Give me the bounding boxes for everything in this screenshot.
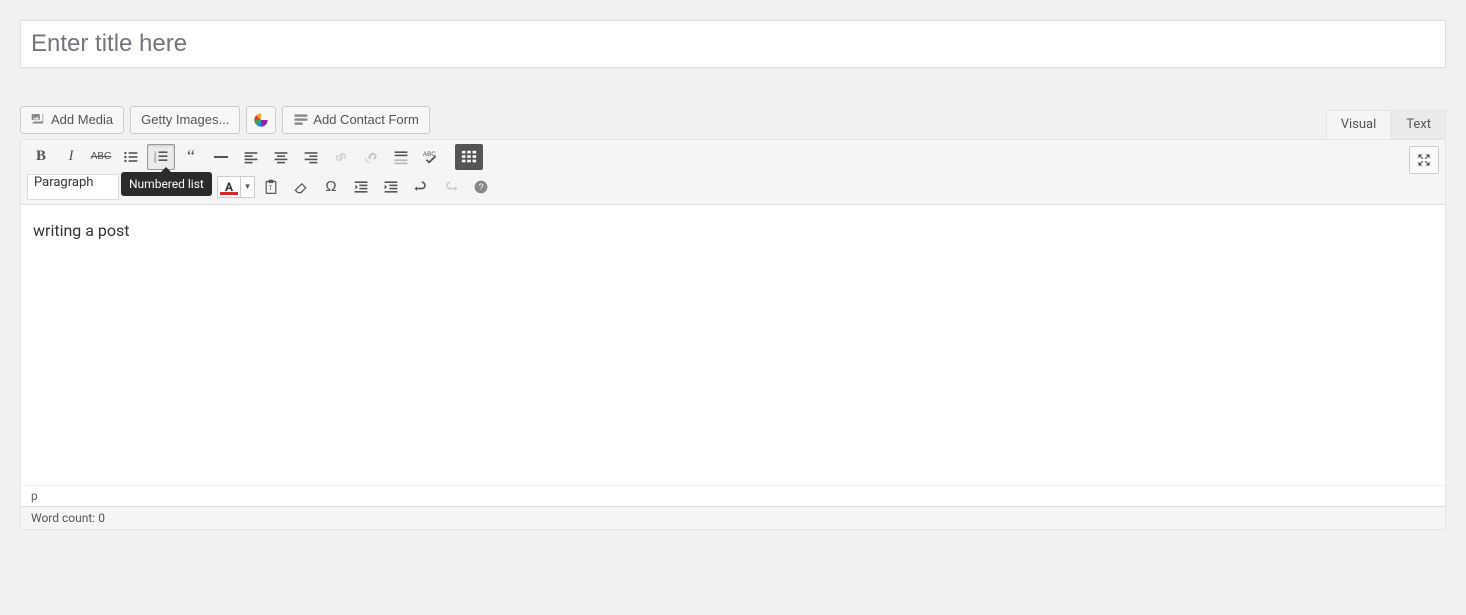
bold-icon: B	[36, 148, 46, 165]
horizontal-rule-button[interactable]	[207, 144, 235, 170]
undo-icon	[413, 179, 429, 195]
form-icon	[293, 112, 309, 128]
outdent-button[interactable]	[347, 174, 375, 200]
clipboard-icon: T	[263, 179, 279, 195]
outdent-icon	[353, 179, 369, 195]
indent-icon	[383, 179, 399, 195]
kitchen-sink-icon	[460, 149, 478, 165]
keyboard-shortcuts-button[interactable]: ?	[467, 174, 495, 200]
editor-tabs: Visual Text	[1326, 110, 1446, 139]
text-color-dropdown[interactable]: ▾	[241, 176, 255, 198]
blockquote-icon: “	[187, 151, 195, 162]
strikethrough-button[interactable]: ABC	[87, 144, 115, 170]
redo-icon	[443, 179, 459, 195]
getty-images-label: Getty Images...	[141, 112, 229, 127]
word-count-label: Word count:	[31, 511, 98, 525]
svg-text:T: T	[269, 185, 273, 192]
text-color-button[interactable]: A	[217, 176, 241, 198]
editor-toolbar: B I ABC 123 “	[21, 140, 1445, 205]
undo-button[interactable]	[407, 174, 435, 200]
bulleted-list-icon	[123, 149, 139, 165]
align-center-icon	[273, 149, 289, 165]
svg-text:?: ?	[479, 182, 484, 192]
help-icon: ?	[473, 179, 489, 195]
read-more-icon	[393, 149, 409, 165]
picasa-icon	[253, 112, 269, 128]
indent-button[interactable]	[377, 174, 405, 200]
insert-more-button[interactable]	[387, 144, 415, 170]
align-left-button[interactable]	[237, 144, 265, 170]
eraser-icon	[293, 179, 309, 195]
getty-images-button[interactable]: Getty Images...	[130, 106, 240, 134]
element-path[interactable]: p	[21, 485, 1445, 506]
strikethrough-icon: ABC	[91, 151, 112, 162]
link-icon	[333, 149, 349, 165]
text-color-swatch	[220, 192, 238, 195]
bulleted-list-button[interactable]	[117, 144, 145, 170]
insert-link-button[interactable]	[327, 144, 355, 170]
paste-text-button[interactable]: T	[257, 174, 285, 200]
horizontal-rule-icon	[214, 156, 228, 158]
bold-button[interactable]: B	[27, 144, 55, 170]
align-right-icon	[303, 149, 319, 165]
editor-panel: B I ABC 123 “	[20, 139, 1446, 530]
align-left-icon	[243, 149, 259, 165]
status-bar: Word count: 0	[21, 506, 1445, 529]
add-media-button[interactable]: Add Media	[20, 106, 124, 134]
add-contact-form-button[interactable]: Add Contact Form	[282, 106, 430, 134]
special-character-button[interactable]: Ω	[317, 174, 345, 200]
word-count-value: 0	[98, 511, 105, 525]
align-right-button[interactable]	[297, 144, 325, 170]
spellcheck-button[interactable]: ABC	[417, 144, 445, 170]
blockquote-button[interactable]: “	[177, 144, 205, 170]
svg-text:3: 3	[154, 158, 157, 164]
omega-icon: Ω	[325, 178, 336, 195]
format-select[interactable]: Paragraph	[27, 174, 119, 200]
add-media-label: Add Media	[51, 112, 113, 127]
post-title-input[interactable]	[20, 20, 1446, 68]
editor-content[interactable]: writing a post	[21, 205, 1445, 485]
fullscreen-button[interactable]	[1409, 146, 1439, 174]
clear-formatting-button[interactable]	[287, 174, 315, 200]
spellcheck-icon: ABC	[422, 148, 440, 166]
media-icon	[31, 112, 47, 128]
chevron-down-icon: ▾	[245, 182, 250, 192]
toolbar-toggle-button[interactable]	[455, 144, 483, 170]
toolbar-row-1: B I ABC 123 “	[27, 144, 1439, 174]
italic-icon: I	[69, 148, 74, 165]
toolbar-tooltip: Numbered list	[121, 172, 212, 196]
tab-text[interactable]: Text	[1391, 110, 1446, 139]
add-contact-form-label: Add Contact Form	[313, 112, 419, 127]
align-center-button[interactable]	[267, 144, 295, 170]
redo-button[interactable]	[437, 174, 465, 200]
numbered-list-icon: 123	[153, 149, 169, 165]
media-button-row: Add Media Getty Images... Add Contact Fo…	[20, 106, 1446, 134]
picasa-button[interactable]	[246, 106, 276, 134]
italic-button[interactable]: I	[57, 144, 85, 170]
remove-link-button[interactable]	[357, 144, 385, 170]
fullscreen-icon	[1416, 152, 1432, 168]
toolbar-row-2: Paragraph A ▾ T Ω	[27, 174, 1439, 204]
unlink-icon	[363, 149, 379, 165]
tab-visual[interactable]: Visual	[1326, 110, 1392, 139]
